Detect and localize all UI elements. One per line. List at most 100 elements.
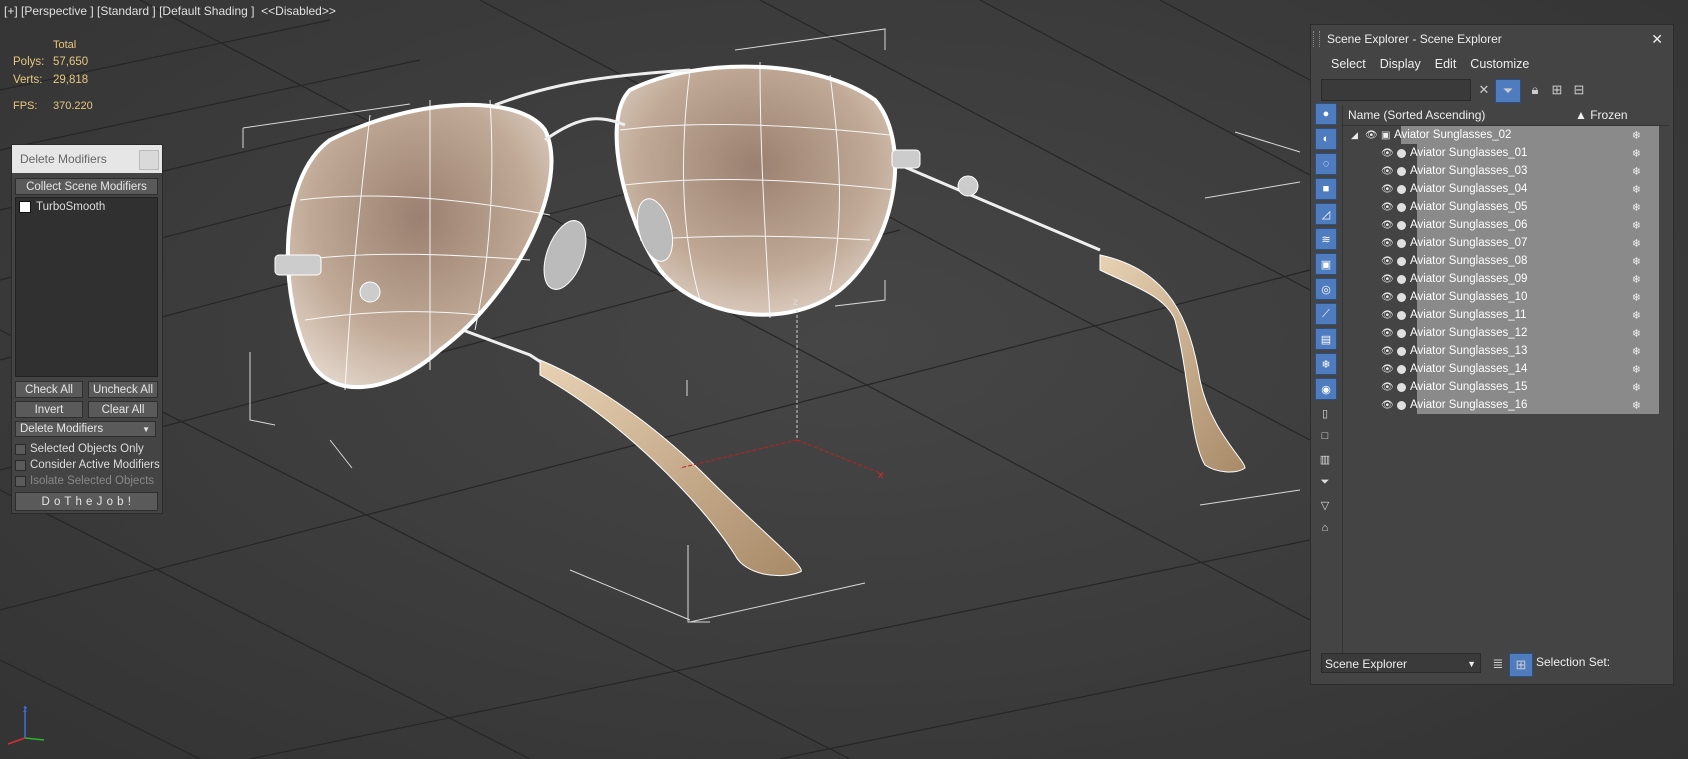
frozen-snowflake-icon[interactable]: ❄ xyxy=(1632,201,1641,214)
shapes-filter-icon[interactable]: ◐ xyxy=(1315,128,1337,150)
layers-tree-icon[interactable]: ⊟ xyxy=(1568,79,1590,101)
column-name[interactable]: Name (Sorted Ascending) xyxy=(1343,108,1485,122)
frozen-snowflake-icon[interactable]: ❄ xyxy=(1632,237,1641,250)
checkbox-icon[interactable] xyxy=(15,443,26,455)
collect-scene-modifiers-button[interactable]: Collect Scene Modifiers xyxy=(15,178,158,195)
tree-row[interactable]: 👁︎ Aviator Sunglasses_16 ❄ xyxy=(1343,396,1669,414)
tree-row[interactable]: 👁︎ Aviator Sunglasses_05 ❄ xyxy=(1343,198,1669,216)
modifier-checkbox[interactable] xyxy=(19,201,31,213)
cameras-filter-icon[interactable]: ■ xyxy=(1315,178,1337,200)
invert-display-icon[interactable]: ▥ xyxy=(1315,449,1335,469)
lights-filter-icon[interactable]: ◌ xyxy=(1315,153,1337,175)
eye-icon[interactable]: 👁︎ xyxy=(1381,184,1394,195)
list-item[interactable]: TurboSmooth xyxy=(16,198,157,216)
viewport-label[interactable]: [+] [Perspective ] [Standard ] [Default … xyxy=(4,4,336,18)
containers-filter-icon[interactable]: ▤ xyxy=(1315,328,1337,350)
eye-icon[interactable]: 👁︎ xyxy=(1381,238,1394,249)
invert-button[interactable]: Invert xyxy=(15,401,83,418)
uncheck-all-button[interactable]: Uncheck All xyxy=(88,381,158,398)
menu-edit[interactable]: Edit xyxy=(1431,53,1467,75)
column-frozen[interactable]: ▲ Frozen xyxy=(1575,108,1628,122)
tree-row[interactable]: 👁︎ Aviator Sunglasses_09 ❄ xyxy=(1343,270,1669,288)
tree-row[interactable]: 👁︎ Aviator Sunglasses_13 ❄ xyxy=(1343,342,1669,360)
hidden-filter-icon[interactable]: ◉ xyxy=(1315,378,1337,400)
frozen-filter-icon[interactable]: ❄ xyxy=(1315,353,1337,375)
filter-icon[interactable]: ▽ xyxy=(1315,495,1335,515)
eye-icon[interactable]: 👁︎ xyxy=(1381,364,1394,375)
tree-row[interactable]: 👁︎ Aviator Sunglasses_08 ❄ xyxy=(1343,252,1669,270)
menu-customize[interactable]: Customize xyxy=(1466,53,1539,75)
panel-close-button[interactable] xyxy=(139,150,159,170)
eye-icon[interactable]: 👁︎ xyxy=(1381,292,1394,303)
frozen-snowflake-icon[interactable]: ❄ xyxy=(1632,147,1641,160)
frozen-snowflake-icon[interactable]: ❄ xyxy=(1632,399,1641,412)
find-icon[interactable]: ⌂ xyxy=(1315,518,1335,538)
search-input[interactable] xyxy=(1321,79,1471,101)
frozen-snowflake-icon[interactable]: ❄ xyxy=(1632,327,1641,340)
tree-row[interactable]: 👁︎ Aviator Sunglasses_03 ❄ xyxy=(1343,162,1669,180)
frozen-snowflake-icon[interactable]: ❄ xyxy=(1632,255,1641,268)
eye-icon[interactable]: 👁︎ xyxy=(1381,382,1394,393)
eye-icon[interactable]: 👁︎ xyxy=(1381,148,1394,159)
tree-row[interactable]: 👁︎ Aviator Sunglasses_14 ❄ xyxy=(1343,360,1669,378)
eye-icon[interactable]: 👁︎ xyxy=(1381,256,1394,267)
eye-icon[interactable]: 👁︎ xyxy=(1381,346,1394,357)
eye-icon[interactable]: 👁︎ xyxy=(1381,166,1394,177)
frozen-snowflake-icon[interactable]: ❄ xyxy=(1632,165,1641,178)
eye-icon[interactable]: 👁︎ xyxy=(1365,130,1378,141)
expand-triangle-icon[interactable]: ◢ xyxy=(1351,130,1363,141)
frozen-snowflake-icon[interactable]: ❄ xyxy=(1632,273,1641,286)
lock-icon[interactable]: 🔒︎ xyxy=(1524,79,1546,101)
tree-row[interactable]: 👁︎ Aviator Sunglasses_10 ❄ xyxy=(1343,288,1669,306)
scene-tree[interactable]: Name (Sorted Ascending) ▲ Frozen ◢ 👁︎ ▣ … xyxy=(1342,105,1669,653)
display-all-icon[interactable]: ▯ xyxy=(1315,403,1335,423)
tree-row[interactable]: 👁︎ Aviator Sunglasses_04 ❄ xyxy=(1343,180,1669,198)
clear-search-icon[interactable]: ✕ xyxy=(1473,79,1495,101)
eye-icon[interactable]: 👁︎ xyxy=(1381,310,1394,321)
frozen-snowflake-icon[interactable]: ❄ xyxy=(1632,345,1641,358)
geometry-filter-icon[interactable]: ● xyxy=(1315,103,1337,125)
tree-row[interactable]: 👁︎ Aviator Sunglasses_12 ❄ xyxy=(1343,324,1669,342)
frozen-snowflake-icon[interactable]: ❄ xyxy=(1632,309,1641,322)
groups-filter-icon[interactable]: ▣ xyxy=(1315,253,1337,275)
do-the-job-button[interactable]: D o T h e J o b ! xyxy=(15,492,158,511)
eye-icon[interactable]: 👁︎ xyxy=(1381,400,1394,411)
close-icon[interactable]: ✕ xyxy=(1651,31,1663,48)
option-consider-active[interactable]: Consider Active Modifiers xyxy=(15,459,160,471)
eye-icon[interactable]: 👁︎ xyxy=(1381,274,1394,285)
panel-title-bar[interactable]: Delete Modifiers xyxy=(12,145,162,173)
hierarchy-icon[interactable]: ⊞ xyxy=(1546,79,1568,101)
delete-mode-dropdown[interactable]: Delete Modifiers ▼ xyxy=(15,421,156,437)
menu-select[interactable]: Select xyxy=(1311,53,1376,75)
option-selected-only[interactable]: Selected Objects Only xyxy=(15,443,144,455)
frozen-snowflake-icon[interactable]: ❄ xyxy=(1632,219,1641,232)
eye-icon[interactable]: 👁︎ xyxy=(1381,220,1394,231)
bones-filter-icon[interactable]: ⟋ xyxy=(1315,303,1337,325)
helpers-filter-icon[interactable]: ◿ xyxy=(1315,203,1337,225)
frozen-snowflake-icon[interactable]: ❄ xyxy=(1632,129,1641,142)
frozen-snowflake-icon[interactable]: ❄ xyxy=(1632,363,1641,376)
frozen-snowflake-icon[interactable]: ❄ xyxy=(1632,183,1641,196)
menu-display[interactable]: Display xyxy=(1376,53,1431,75)
frozen-snowflake-icon[interactable]: ❄ xyxy=(1632,291,1641,304)
tree-row-parent[interactable]: ◢ 👁︎ ▣ Aviator Sunglasses_02 ❄ xyxy=(1343,126,1669,144)
eye-icon[interactable]: 👁︎ xyxy=(1381,328,1394,339)
checkbox-icon[interactable] xyxy=(15,459,26,471)
modifier-list[interactable]: TurboSmooth xyxy=(15,197,158,377)
spacewarps-filter-icon[interactable]: ≋ xyxy=(1315,228,1337,250)
filter-toggle-icon[interactable]: ⏷ xyxy=(1495,79,1521,103)
tree-row[interactable]: 👁︎ Aviator Sunglasses_06 ❄ xyxy=(1343,216,1669,234)
clear-all-button[interactable]: Clear All xyxy=(88,401,158,418)
scene-explorer-title-bar[interactable]: Scene Explorer - Scene Explorer ✕ xyxy=(1311,25,1673,53)
frozen-snowflake-icon[interactable]: ❄ xyxy=(1632,381,1641,394)
layers-icon[interactable]: ≣ xyxy=(1487,653,1509,675)
eye-icon[interactable]: 👁︎ xyxy=(1381,202,1394,213)
explorer-dropdown[interactable]: Scene Explorer ▼ xyxy=(1321,653,1481,673)
hierarchy-mode-icon[interactable]: ⊞ xyxy=(1509,653,1533,677)
xrefs-filter-icon[interactable]: ◎ xyxy=(1315,278,1337,300)
check-all-button[interactable]: Check All xyxy=(15,381,83,398)
tree-row[interactable]: 👁︎ Aviator Sunglasses_15 ❄ xyxy=(1343,378,1669,396)
tree-row[interactable]: 👁︎ Aviator Sunglasses_07 ❄ xyxy=(1343,234,1669,252)
selection-filter-icon[interactable]: ⏷ xyxy=(1315,472,1335,492)
tree-row[interactable]: 👁︎ Aviator Sunglasses_01 ❄ xyxy=(1343,144,1669,162)
